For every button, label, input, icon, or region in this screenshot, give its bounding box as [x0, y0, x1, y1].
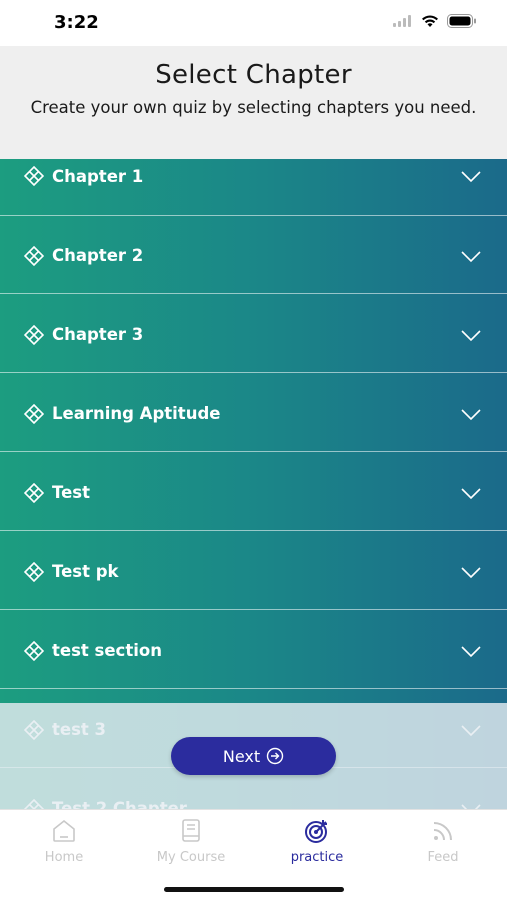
- chapter-icon: [24, 720, 44, 740]
- tab-label: Home: [44, 850, 84, 865]
- tab-practice[interactable]: practice: [267, 818, 367, 865]
- next-button[interactable]: Next: [171, 737, 336, 775]
- rss-icon: [433, 822, 452, 841]
- chevron-down-icon[interactable]: [461, 488, 481, 500]
- next-button-label: Next: [222, 746, 261, 766]
- chapter-label: Chapter 2: [52, 246, 144, 265]
- chevron-down-icon[interactable]: [461, 567, 481, 579]
- tab-home[interactable]: Home: [14, 818, 114, 865]
- bottom-tab-bar: Home My Course practice Feed: [0, 809, 507, 901]
- chapter-icon: [24, 483, 44, 503]
- tab-label: Feed: [427, 850, 459, 865]
- chapter-icon: [24, 799, 44, 809]
- chapter-icon: [24, 562, 44, 582]
- wifi-icon: [422, 14, 438, 27]
- chapter-label: Test 2 Chapter: [52, 799, 187, 809]
- book-icon: [182, 819, 200, 842]
- chapter-label: Chapter 3: [52, 325, 144, 344]
- chapter-label: test 3: [52, 720, 107, 739]
- status-icons: [393, 14, 477, 28]
- chapter-label: Test pk: [52, 562, 119, 581]
- chapter-icon: [24, 641, 44, 661]
- chapter-icon: [24, 166, 44, 186]
- home-icon: [53, 819, 75, 842]
- tab-label: practice: [290, 850, 344, 865]
- chapter-row[interactable]: Test pk: [0, 532, 507, 610]
- chapter-label: test section: [52, 641, 162, 660]
- chapter-label: Chapter 1: [52, 167, 144, 186]
- tab-my-course[interactable]: My Course: [141, 818, 241, 865]
- status-bar: 3:22: [0, 0, 507, 46]
- tab-feed[interactable]: Feed: [393, 818, 493, 865]
- chapter-row[interactable]: Chapter 1: [0, 159, 507, 216]
- page-title: Select Chapter: [155, 60, 352, 90]
- chapter-icon: [24, 404, 44, 424]
- chapter-row[interactable]: Chapter 2: [0, 216, 507, 294]
- arrow-right-circle-icon: [266, 747, 284, 765]
- chevron-down-icon[interactable]: [461, 251, 481, 263]
- status-time: 3:22: [54, 12, 99, 33]
- chevron-down-icon[interactable]: [461, 409, 481, 421]
- chapter-label: Learning Aptitude: [52, 404, 221, 423]
- chapter-list[interactable]: Chapter 1 Chapter 2 Chapter 3 Learning A…: [0, 159, 507, 809]
- chapter-row[interactable]: Learning Aptitude: [0, 374, 507, 452]
- chapter-row[interactable]: test section: [0, 611, 507, 689]
- chapter-icon: [24, 325, 44, 345]
- chapter-icon: [24, 246, 44, 266]
- chapter-row[interactable]: Test 2 Chapter: [0, 769, 507, 809]
- battery-icon: [447, 14, 476, 28]
- chapter-label: Test: [52, 483, 90, 502]
- chevron-down-icon[interactable]: [461, 725, 481, 737]
- page-header: Select Chapter Create your own quiz by s…: [0, 46, 507, 159]
- page-subtitle: Create your own quiz by selecting chapte…: [30, 98, 477, 117]
- chevron-down-icon[interactable]: [461, 330, 481, 342]
- chapter-row[interactable]: Test: [0, 453, 507, 531]
- chevron-down-icon[interactable]: [461, 646, 481, 658]
- home-indicator: [164, 887, 344, 892]
- target-icon: [305, 820, 327, 843]
- tab-label: My Course: [156, 850, 226, 865]
- chevron-down-icon[interactable]: [461, 171, 481, 183]
- chapter-row[interactable]: Chapter 3: [0, 295, 507, 373]
- signal-icon: [393, 15, 411, 27]
